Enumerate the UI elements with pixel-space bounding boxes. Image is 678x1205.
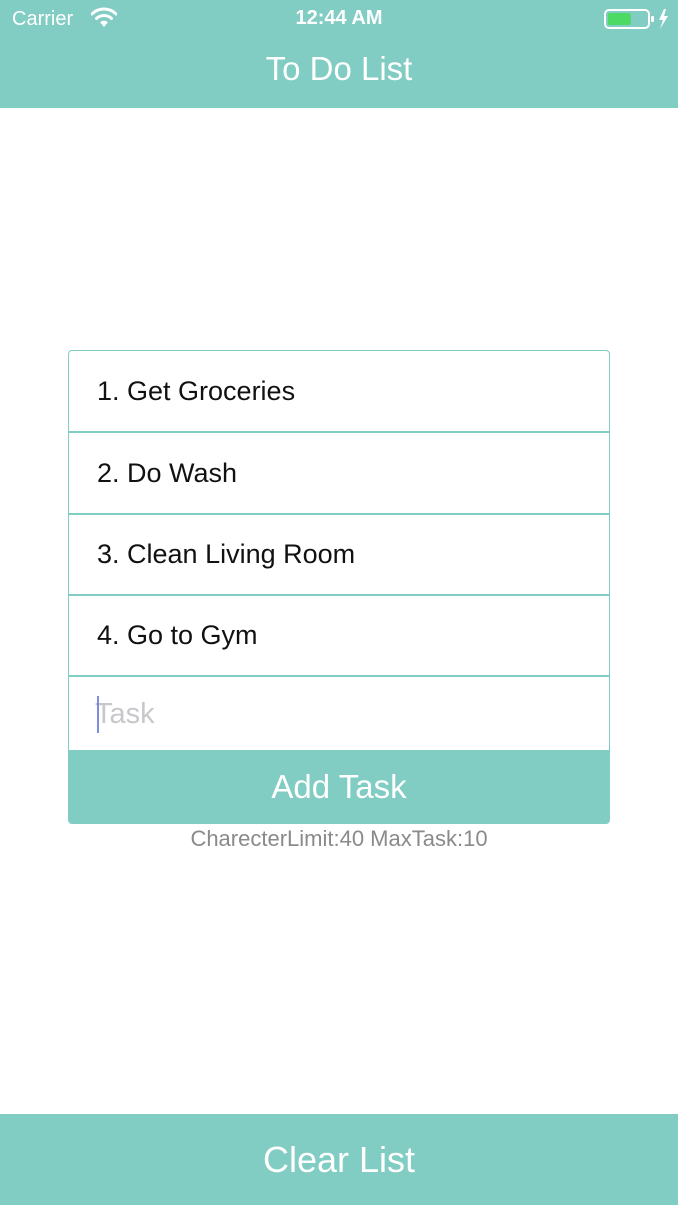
task-list-card: 1. Get Groceries 2. Do Wash 3. Clean Liv…	[68, 350, 610, 824]
page-title: To Do List	[265, 50, 413, 87]
task-label: 2. Do Wash	[97, 458, 238, 488]
navigation-bar: Carrier 12:44 AM To Do List	[0, 0, 678, 108]
clear-list-button[interactable]: Clear List	[0, 1114, 678, 1205]
task-input[interactable]	[95, 678, 595, 750]
list-item[interactable]: 2. Do Wash	[69, 433, 609, 515]
task-label: 1. Get Groceries	[97, 376, 296, 406]
text-caret	[97, 696, 99, 733]
task-label: 3. Clean Living Room	[97, 539, 356, 569]
battery-charging-icon	[604, 9, 668, 29]
add-task-button[interactable]: Add Task	[69, 750, 609, 823]
task-label: 4. Go to Gym	[97, 620, 258, 650]
status-time: 12:44 AM	[295, 7, 383, 29]
list-item[interactable]: 3. Clean Living Room	[69, 514, 609, 596]
limits-info: CharecterLimit:40 MaxTask:10	[190, 826, 488, 851]
list-item[interactable]: 1. Get Groceries	[69, 351, 609, 433]
list-item[interactable]: 4. Go to Gym	[69, 595, 609, 677]
task-input-container	[69, 678, 609, 750]
